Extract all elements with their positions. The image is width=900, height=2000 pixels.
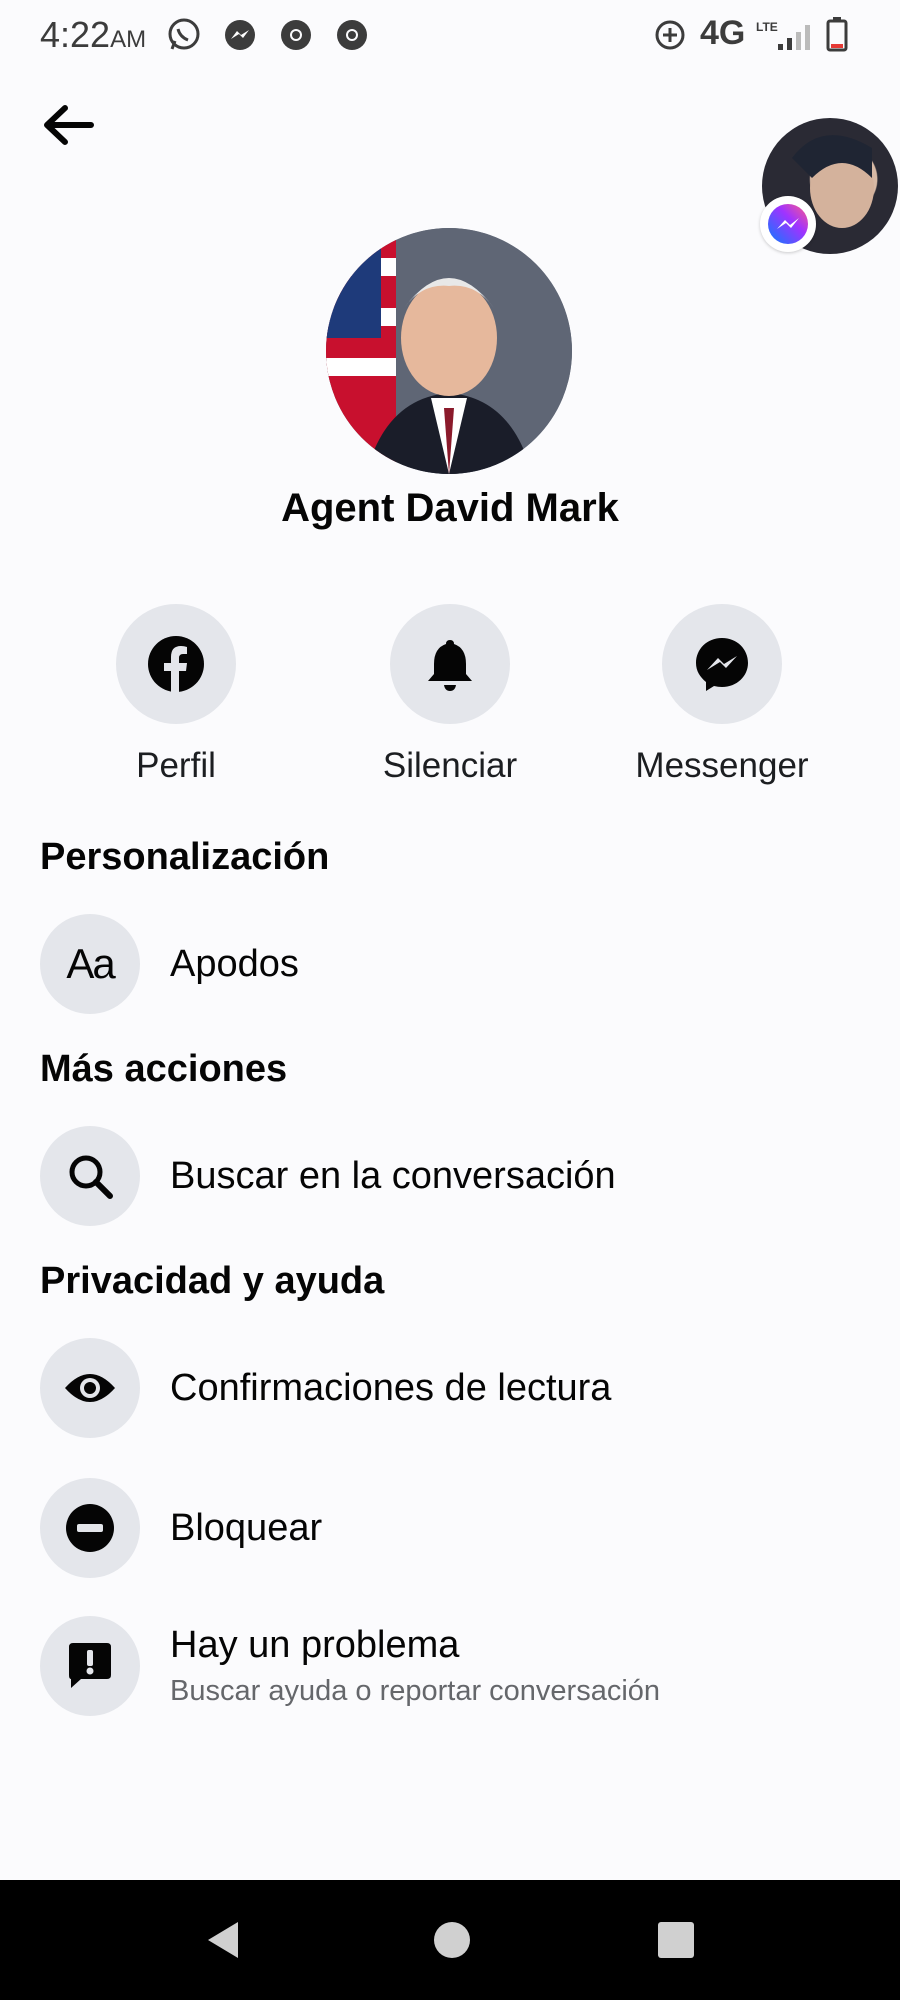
- profile-photo: [326, 228, 572, 474]
- nav-home-icon[interactable]: [430, 1918, 474, 1962]
- messenger-action-button[interactable]: Messenger: [602, 604, 842, 786]
- profile-action-button[interactable]: Perfil: [56, 604, 296, 786]
- data-saver-icon: [655, 20, 685, 50]
- icon-circle: [40, 1478, 140, 1578]
- battery-icon: [826, 17, 848, 52]
- icon-circle: [40, 1616, 140, 1716]
- chrome-icon: [281, 20, 311, 50]
- block-row[interactable]: Bloquear: [40, 1478, 860, 1578]
- section-title-personalization: Personalización: [40, 836, 330, 878]
- lte-label: LTE: [756, 20, 778, 34]
- profile-avatar[interactable]: [326, 228, 572, 474]
- system-navigation-bar: [0, 1880, 900, 2000]
- facebook-icon: [148, 636, 204, 692]
- icon-circle: [40, 1126, 140, 1226]
- mute-action-button[interactable]: Silenciar: [330, 604, 570, 786]
- section-title-privacy: Privacidad y ayuda: [40, 1260, 385, 1302]
- back-button[interactable]: [36, 92, 102, 158]
- row-text-group: Hay un problema Buscar ayuda o reportar …: [140, 1624, 660, 1708]
- arrow-left-icon: [44, 105, 94, 145]
- eye-icon: [65, 1374, 115, 1402]
- minus-circle-icon: [66, 1504, 114, 1552]
- messenger-icon: [768, 204, 808, 244]
- nicknames-row[interactable]: Aa Apodos: [40, 914, 860, 1014]
- bell-icon: [428, 640, 472, 691]
- row-label: Bloquear: [170, 1506, 323, 1549]
- icon-circle: [40, 1338, 140, 1438]
- action-label: Perfil: [136, 746, 216, 785]
- search-conversation-row[interactable]: Buscar en la conversación: [40, 1126, 860, 1226]
- messenger-badge: [760, 196, 816, 252]
- signal-icon: [778, 25, 810, 50]
- row-label: Confirmaciones de lectura: [170, 1366, 612, 1409]
- action-circle: [116, 604, 236, 724]
- network-type: 4G: [700, 14, 746, 52]
- action-circle: [662, 604, 782, 724]
- read-receipts-row[interactable]: Confirmaciones de lectura: [40, 1338, 860, 1438]
- report-problem-row[interactable]: Hay un problema Buscar ayuda o reportar …: [40, 1616, 860, 1716]
- contact-name: Agent David Mark: [281, 486, 619, 530]
- row-sublabel: Buscar ayuda o reportar conversación: [170, 1675, 661, 1707]
- icon-circle: Aa: [40, 914, 140, 1014]
- report-icon: [69, 1643, 111, 1688]
- row-label: Buscar en la conversación: [170, 1154, 616, 1197]
- action-circle: [390, 604, 510, 724]
- row-label: Apodos: [170, 942, 299, 985]
- row-label: Hay un problema: [170, 1624, 460, 1666]
- messenger-icon: [225, 20, 255, 50]
- action-label: Silenciar: [382, 746, 518, 785]
- search-icon: [69, 1155, 113, 1199]
- whatsapp-icon: [168, 18, 200, 50]
- action-label: Messenger: [635, 746, 809, 785]
- chrome-icon: [337, 20, 367, 50]
- nav-recents-icon[interactable]: [654, 1918, 698, 1962]
- text-aa-icon: Aa: [66, 940, 115, 987]
- messenger-icon: [696, 638, 748, 691]
- nav-back-icon[interactable]: [200, 1916, 248, 1964]
- status-time: 4:22AM: [40, 14, 147, 55]
- section-title-more-actions: Más acciones: [40, 1048, 288, 1090]
